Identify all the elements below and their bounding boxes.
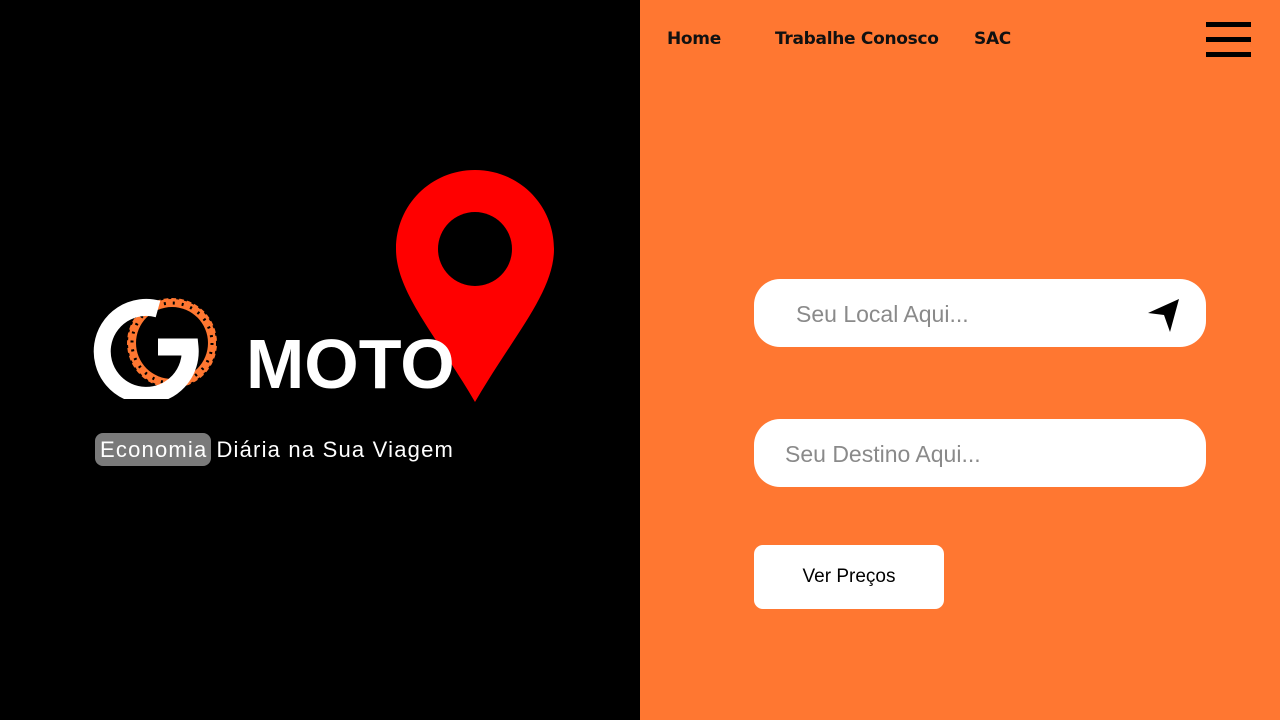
nav-trabalhe-conosco[interactable]: Trabalhe Conosco [775,28,939,50]
go-tire-logo-icon [93,297,218,399]
brand-panel: MOTO Economia Diária na Sua Viagem [0,0,640,720]
brand-wordmark: MOTO [246,325,455,403]
see-prices-button[interactable]: Ver Preços [754,545,944,609]
navigation-arrow-icon[interactable] [1146,297,1180,333]
destination-input[interactable] [783,419,1187,489]
search-panel [640,0,1280,720]
origin-field [754,279,1206,349]
nav-home[interactable]: Home [667,28,721,50]
origin-input[interactable] [794,279,1138,349]
tagline-highlight: Economia [95,433,212,466]
nav-sac[interactable]: SAC [974,28,1011,50]
hamburger-menu-icon[interactable] [1206,22,1251,57]
destination-field [754,419,1206,489]
tagline: Economia Diária na Sua Viagem [95,433,454,466]
tagline-text: Diária na Sua Viagem [216,437,455,462]
